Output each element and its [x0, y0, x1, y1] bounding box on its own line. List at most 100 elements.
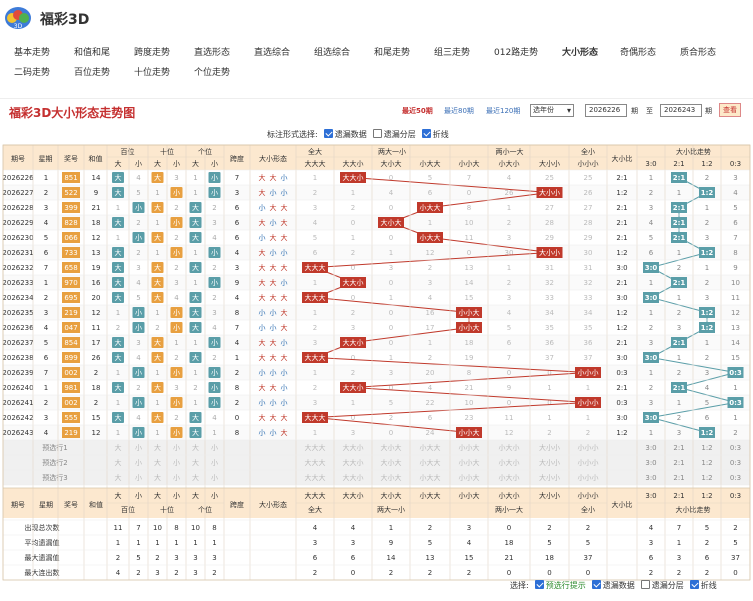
bottom-position-sub: 大	[192, 491, 199, 500]
preselect-cell: 大	[115, 458, 122, 467]
shape-miss: 2	[351, 249, 355, 257]
shape-miss: 1	[428, 339, 432, 347]
position-miss: 4	[212, 234, 217, 242]
sum-cell: 21	[92, 204, 101, 212]
stat-shape-value: 6	[351, 554, 356, 562]
preselect-cell: 大大小	[343, 458, 364, 467]
ratio-cell: 3:0	[616, 414, 627, 422]
position-miss: 2	[174, 264, 178, 272]
shape-miss: 12	[426, 249, 435, 257]
position-hit-label: 大	[154, 233, 161, 242]
preselect-label: 预选行1	[42, 443, 67, 452]
issue-cell: 2026227	[2, 189, 33, 197]
trend-miss: 3	[677, 429, 681, 437]
week-cell: 5	[44, 339, 48, 347]
shape-miss: 4	[507, 309, 512, 317]
trend-miss: 4	[649, 219, 654, 227]
trend-sub-header: 2:1	[673, 160, 684, 168]
stat-position-value: 7	[136, 524, 140, 532]
shape-char: 大	[270, 233, 277, 242]
position-miss: 1	[116, 369, 120, 377]
position-sub-header: 小	[211, 159, 218, 168]
shape-miss: 23	[465, 414, 474, 422]
checkbox-icon[interactable]	[689, 580, 699, 589]
preselect-cell: 1:2	[701, 444, 712, 452]
issue-cell: 2026242	[2, 414, 33, 422]
shape-sub-header: 大大小	[343, 159, 364, 168]
trend-miss: 6	[733, 219, 738, 227]
option-miss-data[interactable]: 遗漏数据	[591, 580, 635, 591]
shape-miss: 0	[389, 309, 393, 317]
span-cell: 0	[235, 414, 239, 422]
shape-miss: 35	[545, 324, 554, 332]
trend-hit-label: 2:1	[673, 339, 686, 347]
preselect-cell: 小大小	[499, 473, 520, 482]
shape-miss: 3	[351, 324, 355, 332]
shape-char: 大	[281, 203, 288, 212]
week-cell: 2	[44, 189, 48, 197]
position-miss: 2	[136, 384, 140, 392]
trend-miss: 2	[705, 219, 709, 227]
trend-miss: 15	[731, 354, 740, 362]
prize-cell: 733	[64, 249, 77, 257]
preselect-cell: 小小大	[459, 473, 480, 482]
position-hit-label: 大	[115, 338, 122, 347]
shape-miss: 2	[351, 309, 355, 317]
position-miss: 3	[174, 174, 178, 182]
position-hit-label: 小	[135, 368, 142, 377]
option-miss-layer[interactable]: 遗漏分层	[640, 580, 684, 591]
stat-position-value: 1	[212, 539, 216, 547]
stat-shape-value: 2	[428, 524, 432, 532]
trend-hit-label: 3:0	[645, 354, 658, 362]
position-hit-label: 小	[173, 188, 180, 197]
trend-miss: 11	[731, 294, 740, 302]
shape-miss: 37	[545, 354, 554, 362]
shape-hit-label: 小大大	[420, 203, 441, 212]
shape-miss: 34	[584, 309, 593, 317]
sum-cell: 11	[92, 324, 101, 332]
shape-char: 小	[281, 278, 288, 287]
issue-cell: 2026243	[2, 429, 33, 437]
position-miss: 3	[136, 264, 140, 272]
option-preselect-hint[interactable]: 预选行提示	[534, 580, 586, 591]
stat-position-value: 2	[212, 569, 216, 577]
position-miss: 4	[212, 414, 217, 422]
preselect-cell: 大小小	[539, 443, 560, 452]
prize-cell: 002	[64, 369, 77, 377]
position-hit-label: 小	[173, 248, 180, 257]
stat-shape-value: 3	[313, 539, 317, 547]
position-miss: 3	[212, 219, 216, 227]
shape-miss: 37	[584, 354, 593, 362]
position-miss: 2	[212, 354, 216, 362]
stat-shape-value: 21	[505, 554, 514, 562]
position-hit-label: 小	[135, 308, 142, 317]
option-polyline[interactable]: 折线	[689, 580, 717, 591]
shape-miss: 25	[545, 174, 554, 182]
checkbox-icon[interactable]	[640, 580, 650, 589]
preselect-cell: 2:1	[673, 444, 684, 452]
position-miss: 3	[174, 384, 178, 392]
stat-trend-value: 6	[649, 554, 654, 562]
shape-char: 小	[270, 398, 277, 407]
preselect-cell: 大	[154, 473, 161, 482]
position-miss: 2	[212, 204, 216, 212]
position-hit-label: 大	[115, 413, 122, 422]
checkbox-icon[interactable]	[534, 580, 544, 589]
preselect-cell: 小	[135, 473, 142, 482]
preselect-cell: 小	[211, 458, 218, 467]
stat-position-value: 3	[212, 554, 216, 562]
position-hit-label: 小	[173, 398, 180, 407]
shape-char: 大	[281, 293, 288, 302]
position-hit-label: 大	[192, 428, 199, 437]
bottom-shape-sub: 小小小	[578, 491, 599, 500]
bottom-shape-sub: 小大大	[420, 491, 441, 500]
shape-miss: 18	[465, 339, 474, 347]
shape-sub-header: 小小小	[578, 159, 599, 168]
position-hit-label: 大	[154, 413, 161, 422]
checkbox-icon[interactable]	[591, 580, 601, 589]
shape-hit-label: 小小小	[578, 398, 599, 407]
shape-char: 大	[281, 263, 288, 272]
shape-hit-label: 小大大	[420, 233, 441, 242]
position-miss: 2	[174, 234, 178, 242]
bottom-header-issue: 期号	[11, 501, 25, 509]
